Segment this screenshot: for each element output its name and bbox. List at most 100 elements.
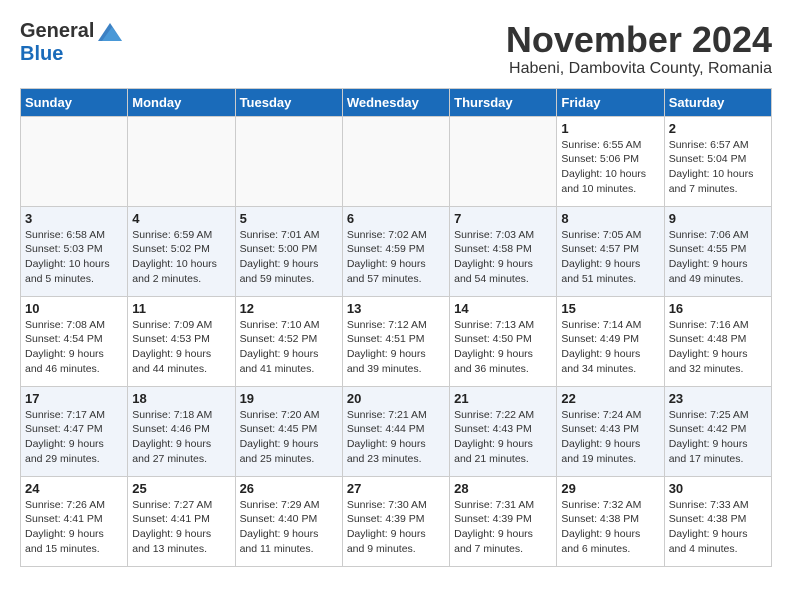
day-info: Sunrise: 7:09 AM Sunset: 4:53 PM Dayligh… [132, 318, 230, 377]
logo-general-text: General [20, 20, 94, 43]
title-block: November 2024 Habeni, Dambovita County, … [506, 20, 772, 78]
page-header: General Blue November 2024 Habeni, Dambo… [20, 20, 772, 78]
calendar-cell [342, 116, 449, 206]
calendar-cell: 9Sunrise: 7:06 AM Sunset: 4:55 PM Daylig… [664, 206, 771, 296]
day-info: Sunrise: 7:31 AM Sunset: 4:39 PM Dayligh… [454, 498, 552, 557]
day-info: Sunrise: 7:25 AM Sunset: 4:42 PM Dayligh… [669, 408, 767, 467]
calendar-cell: 10 Sunrise: 7:08 AM Sunset: 4:54 PM Dayli… [21, 296, 128, 386]
calendar-cell: 17 Sunrise: 7:17 AM Sunset: 4:47 PM Dayli… [21, 386, 128, 476]
calendar-cell: 30 Sunrise: 7:33 AM Sunset: 4:38 PM Dayli… [664, 476, 771, 566]
calendar-week-5: 24 Sunrise: 7:26 AM Sunset: 4:41 PM Dayli… [21, 476, 772, 566]
weekday-header-monday: Monday [128, 88, 235, 116]
day-info: Sunrise: 7:02 AM Sunset: 4:59 PM Dayligh… [347, 228, 445, 287]
day-info: Sunrise: 7:27 AM Sunset: 4:41 PM Dayligh… [132, 498, 230, 557]
day-number: 23 [669, 391, 767, 406]
day-number: 7 [454, 211, 552, 226]
day-number: 30 [669, 481, 767, 496]
day-info: Sunrise: 6:59 AM Sunset: 5:02 PM Dayligh… [132, 228, 230, 287]
month-title: November 2024 [506, 20, 772, 60]
day-number: 13 [347, 301, 445, 316]
day-number: 21 [454, 391, 552, 406]
weekday-header-thursday: Thursday [450, 88, 557, 116]
day-info: Sunrise: 7:24 AM Sunset: 4:43 PM Dayligh… [561, 408, 659, 467]
calendar-cell: 29Sunrise: 7:32 AM Sunset: 4:38 PM Dayli… [557, 476, 664, 566]
calendar-week-2: 3 Sunrise: 6:58 AM Sunset: 5:03 PM Daylig… [21, 206, 772, 296]
day-number: 22 [561, 391, 659, 406]
calendar-cell: 3 Sunrise: 6:58 AM Sunset: 5:03 PM Daylig… [21, 206, 128, 296]
day-info: Sunrise: 7:33 AM Sunset: 4:38 PM Dayligh… [669, 498, 767, 557]
day-info: Sunrise: 7:29 AM Sunset: 4:40 PM Dayligh… [240, 498, 338, 557]
calendar-cell: 24 Sunrise: 7:26 AM Sunset: 4:41 PM Dayli… [21, 476, 128, 566]
calendar-cell: 22 Sunrise: 7:24 AM Sunset: 4:43 PM Dayli… [557, 386, 664, 476]
weekday-header-wednesday: Wednesday [342, 88, 449, 116]
day-info: Sunrise: 7:01 AM Sunset: 5:00 PM Dayligh… [240, 228, 338, 287]
day-number: 17 [25, 391, 123, 406]
day-number: 27 [347, 481, 445, 496]
day-info: Sunrise: 7:12 AM Sunset: 4:51 PM Dayligh… [347, 318, 445, 377]
day-info: Sunrise: 7:08 AM Sunset: 4:54 PM Dayligh… [25, 318, 123, 377]
calendar-cell: 11 Sunrise: 7:09 AM Sunset: 4:53 PM Dayli… [128, 296, 235, 386]
calendar-cell: 14 Sunrise: 7:13 AM Sunset: 4:50 PM Dayli… [450, 296, 557, 386]
logo-blue-text: Blue [20, 43, 63, 66]
calendar-cell: 1 Sunrise: 6:55 AM Sunset: 5:06 PM Daylig… [557, 116, 664, 206]
calendar-cell: 4 Sunrise: 6:59 AM Sunset: 5:02 PM Daylig… [128, 206, 235, 296]
location-title: Habeni, Dambovita County, Romania [506, 60, 772, 78]
calendar-cell [21, 116, 128, 206]
calendar-week-4: 17 Sunrise: 7:17 AM Sunset: 4:47 PM Dayli… [21, 386, 772, 476]
day-info: Sunrise: 7:17 AM Sunset: 4:47 PM Dayligh… [25, 408, 123, 467]
day-info: Sunrise: 7:16 AM Sunset: 4:48 PM Dayligh… [669, 318, 767, 377]
calendar-week-1: 1 Sunrise: 6:55 AM Sunset: 5:06 PM Daylig… [21, 116, 772, 206]
calendar-cell: 19Sunrise: 7:20 AM Sunset: 4:45 PM Dayli… [235, 386, 342, 476]
day-number: 24 [25, 481, 123, 496]
calendar-cell: 27 Sunrise: 7:30 AM Sunset: 4:39 PM Dayli… [342, 476, 449, 566]
calendar-cell: 15Sunrise: 7:14 AM Sunset: 4:49 PM Dayli… [557, 296, 664, 386]
day-info: Sunrise: 7:21 AM Sunset: 4:44 PM Dayligh… [347, 408, 445, 467]
day-info: Sunrise: 7:10 AM Sunset: 4:52 PM Dayligh… [240, 318, 338, 377]
day-number: 15 [561, 301, 659, 316]
day-number: 25 [132, 481, 230, 496]
calendar-header-row: SundayMondayTuesdayWednesdayThursdayFrid… [21, 88, 772, 116]
calendar-cell: 2Sunrise: 6:57 AM Sunset: 5:04 PM Daylig… [664, 116, 771, 206]
calendar-cell [235, 116, 342, 206]
day-number: 5 [240, 211, 338, 226]
day-number: 28 [454, 481, 552, 496]
calendar-cell: 18 Sunrise: 7:18 AM Sunset: 4:46 PM Dayli… [128, 386, 235, 476]
day-number: 10 [25, 301, 123, 316]
day-number: 6 [347, 211, 445, 226]
day-number: 2 [669, 121, 767, 136]
logo: General Blue [20, 20, 122, 66]
calendar-cell: 12 Sunrise: 7:10 AM Sunset: 4:52 PM Dayli… [235, 296, 342, 386]
weekday-header-tuesday: Tuesday [235, 88, 342, 116]
calendar-cell: 13 Sunrise: 7:12 AM Sunset: 4:51 PM Dayli… [342, 296, 449, 386]
calendar-cell: 5 Sunrise: 7:01 AM Sunset: 5:00 PM Daylig… [235, 206, 342, 296]
day-info: Sunrise: 6:58 AM Sunset: 5:03 PM Dayligh… [25, 228, 123, 287]
day-info: Sunrise: 7:05 AM Sunset: 4:57 PM Dayligh… [561, 228, 659, 287]
day-info: Sunrise: 7:22 AM Sunset: 4:43 PM Dayligh… [454, 408, 552, 467]
calendar-cell: 16Sunrise: 7:16 AM Sunset: 4:48 PM Dayli… [664, 296, 771, 386]
day-number: 1 [561, 121, 659, 136]
day-info: Sunrise: 7:30 AM Sunset: 4:39 PM Dayligh… [347, 498, 445, 557]
day-info: Sunrise: 7:13 AM Sunset: 4:50 PM Dayligh… [454, 318, 552, 377]
calendar-week-3: 10 Sunrise: 7:08 AM Sunset: 4:54 PM Dayli… [21, 296, 772, 386]
day-info: Sunrise: 7:32 AM Sunset: 4:38 PM Dayligh… [561, 498, 659, 557]
calendar-cell [128, 116, 235, 206]
day-number: 9 [669, 211, 767, 226]
calendar-cell: 7Sunrise: 7:03 AM Sunset: 4:58 PM Daylig… [450, 206, 557, 296]
day-number: 4 [132, 211, 230, 226]
day-number: 12 [240, 301, 338, 316]
day-number: 14 [454, 301, 552, 316]
day-number: 18 [132, 391, 230, 406]
day-number: 11 [132, 301, 230, 316]
day-number: 26 [240, 481, 338, 496]
day-info: Sunrise: 6:55 AM Sunset: 5:06 PM Dayligh… [561, 138, 659, 197]
calendar-cell: 23 Sunrise: 7:25 AM Sunset: 4:42 PM Dayli… [664, 386, 771, 476]
calendar-cell: 20Sunrise: 7:21 AM Sunset: 4:44 PM Dayli… [342, 386, 449, 476]
day-number: 19 [240, 391, 338, 406]
day-number: 3 [25, 211, 123, 226]
calendar-cell: 25 Sunrise: 7:27 AM Sunset: 4:41 PM Dayli… [128, 476, 235, 566]
calendar-cell: 8Sunrise: 7:05 AM Sunset: 4:57 PM Daylig… [557, 206, 664, 296]
calendar-cell: 6 Sunrise: 7:02 AM Sunset: 4:59 PM Daylig… [342, 206, 449, 296]
day-info: Sunrise: 7:26 AM Sunset: 4:41 PM Dayligh… [25, 498, 123, 557]
logo-icon [98, 23, 122, 41]
day-info: Sunrise: 7:18 AM Sunset: 4:46 PM Dayligh… [132, 408, 230, 467]
